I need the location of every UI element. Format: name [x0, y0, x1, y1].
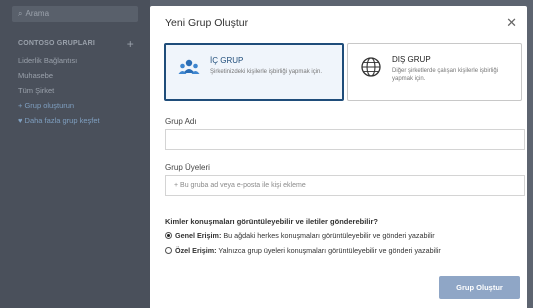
visibility-question: Kimler konuşmaları görüntüleyebilir ve i… [165, 217, 378, 226]
external-group-title: DIŞ GRUP [392, 55, 431, 64]
dialog-title: Yeni Grup Oluştur [165, 17, 249, 29]
group-name-input[interactable] [165, 129, 525, 150]
private-access-radio[interactable] [165, 247, 172, 254]
sidebar-item-all-company[interactable]: Tüm Şirket [18, 86, 54, 95]
sidebar-item-accounting[interactable]: Muhasebe [18, 71, 53, 80]
external-group-description: Diğer şirketlerde çalışan kişilerle işbi… [392, 68, 499, 82]
private-access-description: Yalnızca grup üyeleri konuşmaları görünt… [216, 246, 441, 255]
people-group-icon [178, 59, 200, 74]
create-group-button[interactable]: Grup Oluştur [439, 276, 520, 299]
public-access-radio[interactable] [165, 232, 172, 239]
backdrop-right-edge [527, 0, 533, 308]
internal-group-title: İÇ GRUP [210, 56, 244, 65]
internal-group-description: Şirketinizdeki kişilerle işbirliği yapma… [210, 69, 323, 75]
search-placeholder: Arama [25, 9, 50, 18]
sidebar-item-leadership[interactable]: Liderlik Bağlantısı [18, 56, 77, 65]
internal-group-card[interactable]: İÇ GRUP Şirketinizdeki kişilerle işbirli… [164, 43, 344, 101]
globe-icon [361, 57, 381, 77]
group-name-label: Grup Adı [165, 117, 197, 126]
create-group-link[interactable]: + Grup oluşturun [18, 101, 74, 110]
close-icon[interactable]: ✕ [506, 15, 517, 31]
search-box[interactable]: ⌕ Arama [12, 6, 138, 22]
group-members-label: Grup Üyeleri [165, 163, 210, 172]
app-sidebar: ⌕ Arama CONTOSO GRUPLARI + Liderlik Bağla… [0, 0, 150, 308]
external-group-card[interactable]: DIŞ GRUP Diğer şirketlerde çalışan kişil… [347, 43, 522, 101]
private-access-option[interactable]: Özel Erişim: Yalnızca grup üyeleri konuş… [165, 246, 441, 255]
groups-section-title: CONTOSO GRUPLARI [18, 40, 95, 47]
public-access-description: Bu ağdaki herkes konuşmaları görüntüleye… [221, 231, 435, 240]
discover-groups-label: Daha fazla grup keşfet [24, 116, 100, 125]
search-icon: ⌕ [18, 9, 23, 18]
create-group-dialog: Yeni Grup Oluştur ✕ İÇ GRUP Şirketinizde… [150, 6, 527, 308]
add-group-icon[interactable]: + [127, 37, 134, 51]
discover-groups-link[interactable]: ♥ Daha fazla grup keşfet [18, 116, 100, 125]
private-access-title: Özel Erişim: [175, 246, 217, 255]
public-access-option[interactable]: Genel Erişim: Bu ağdaki herkes konuşmala… [165, 231, 435, 240]
group-members-input[interactable]: + Bu gruba ad veya e-posta ile kişi ekle… [165, 175, 525, 196]
groups-section-header: CONTOSO GRUPLARI + [18, 37, 134, 51]
public-access-title: Genel Erişim: [175, 231, 222, 240]
